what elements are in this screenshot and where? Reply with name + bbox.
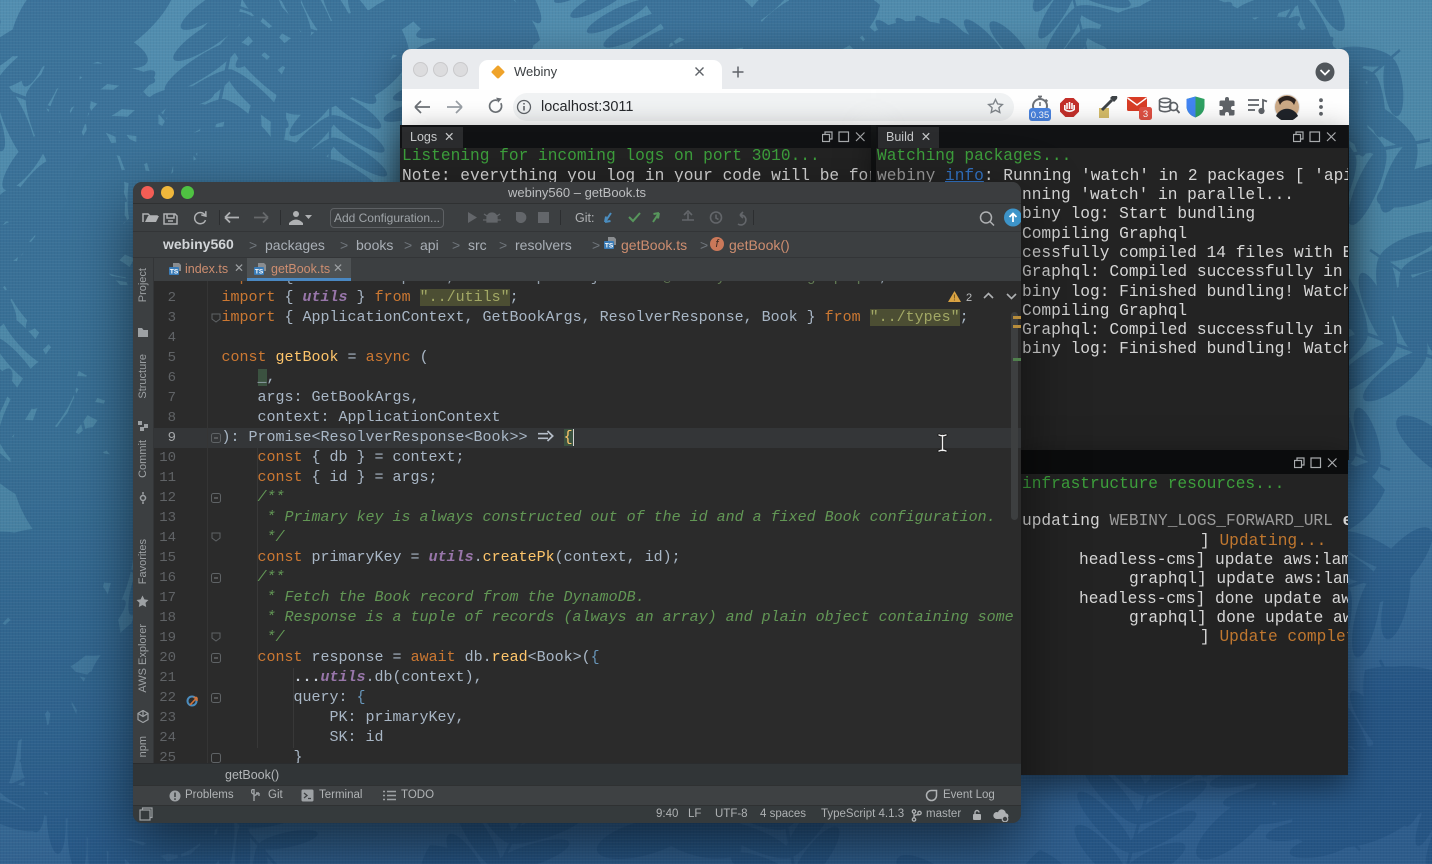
svg-text:2: 2 <box>966 292 972 304</box>
svg-text:3: 3 <box>1143 109 1148 120</box>
svg-text:Git:: Git: <box>575 211 594 225</box>
svg-text:0.35: 0.35 <box>1031 110 1050 121</box>
svg-text:TS: TS <box>255 269 264 276</box>
svg-text:TS: TS <box>170 269 179 276</box>
svg-text:!: ! <box>953 293 956 302</box>
svg-text:TS: TS <box>605 243 614 250</box>
